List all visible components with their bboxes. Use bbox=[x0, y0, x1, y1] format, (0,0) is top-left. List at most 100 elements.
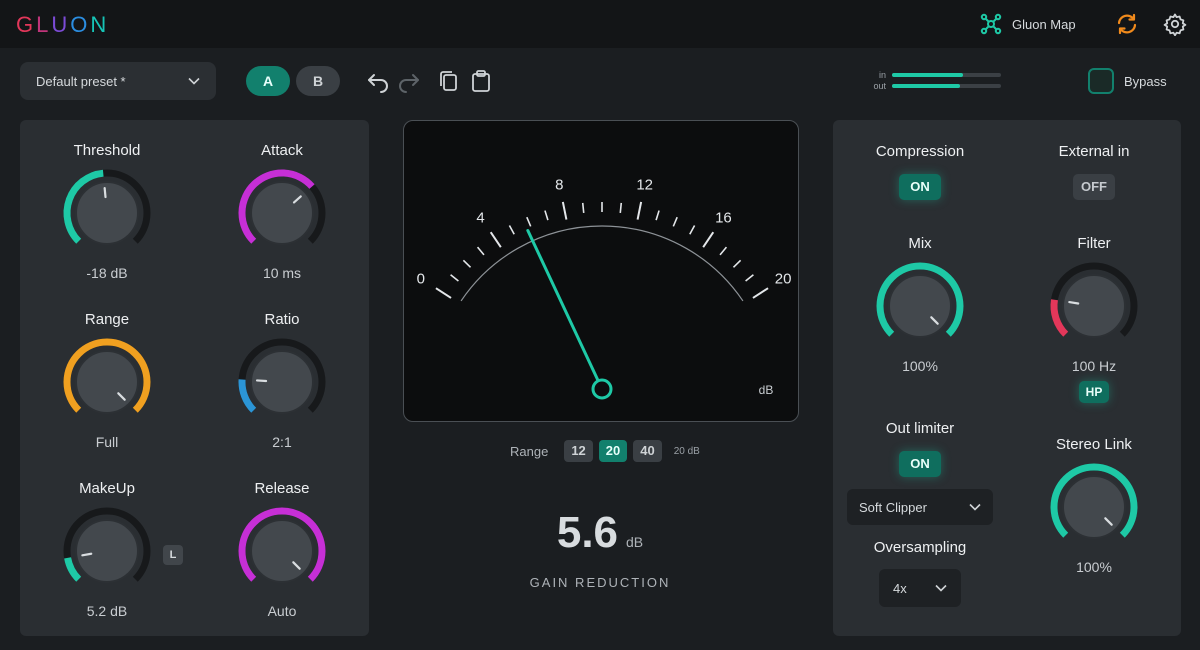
meter-major-tick bbox=[489, 231, 502, 248]
knob-cap bbox=[1062, 475, 1126, 539]
range-option-20[interactable]: 20 bbox=[598, 440, 628, 462]
limiter-type-value: Soft Clipper bbox=[859, 499, 927, 515]
filter-mode-hp-button[interactable]: HP bbox=[1079, 381, 1109, 403]
makeup-link-badge[interactable]: L bbox=[163, 545, 183, 565]
mix-knob[interactable] bbox=[874, 260, 966, 352]
meter-needle bbox=[526, 228, 603, 388]
gluon-map-icon bbox=[980, 13, 1002, 35]
gain-reduction-label: GAIN REDUCTION bbox=[529, 575, 671, 590]
meter-out-label: out bbox=[873, 81, 886, 91]
meter-scale-arc bbox=[460, 225, 744, 302]
logo-letter: L bbox=[36, 12, 52, 37]
meter-minor-tick bbox=[619, 202, 623, 213]
meter-range-selector: Range 12 20 40 20 dB bbox=[510, 440, 700, 462]
range-control: Range Full bbox=[37, 310, 177, 452]
undo-icon[interactable] bbox=[366, 69, 390, 93]
bypass-label: Bypass bbox=[1124, 73, 1167, 89]
meter-minor-tick bbox=[745, 274, 754, 282]
limiter-type-dropdown[interactable]: Soft Clipper bbox=[847, 489, 993, 525]
copy-icon[interactable] bbox=[437, 69, 461, 93]
out-limiter-toggle[interactable]: ON bbox=[899, 451, 941, 477]
gain-reduction-unit: dB bbox=[626, 534, 644, 550]
meter-major-tick bbox=[752, 287, 769, 299]
threshold-title: Threshold bbox=[73, 142, 141, 159]
logo-letter: N bbox=[90, 12, 110, 37]
preset-b-button[interactable]: B bbox=[296, 66, 340, 96]
meter-scale-label: 12 bbox=[636, 176, 653, 193]
release-title: Release bbox=[254, 480, 310, 497]
meter-minor-tick bbox=[450, 274, 459, 282]
meter-out-track bbox=[892, 84, 1001, 88]
threshold-control: Threshold -18 dB bbox=[37, 141, 177, 283]
range-option-40[interactable]: 40 bbox=[633, 440, 662, 462]
meter-scale-label: 0 bbox=[417, 270, 425, 287]
paste-icon[interactable] bbox=[469, 69, 493, 93]
meter-in-track bbox=[892, 73, 1001, 77]
meter-major-tick bbox=[561, 201, 568, 220]
oversampling-dropdown[interactable]: 4x bbox=[879, 569, 961, 607]
threshold-knob[interactable] bbox=[61, 167, 153, 259]
attack-knob[interactable] bbox=[236, 167, 328, 259]
release-knob[interactable] bbox=[236, 505, 328, 597]
meter-scale-label: 4 bbox=[476, 209, 484, 226]
meter-minor-tick bbox=[508, 225, 515, 235]
settings-gear-icon[interactable] bbox=[1163, 12, 1187, 36]
threshold-value: -18 dB bbox=[86, 265, 128, 281]
knob-cap bbox=[1062, 274, 1126, 338]
logo-letter: O bbox=[70, 12, 91, 37]
out-limiter-title: Out limiter bbox=[885, 420, 955, 437]
oversampling-title: Oversampling bbox=[873, 539, 967, 556]
logo-letter: U bbox=[51, 12, 71, 37]
meter-major-tick bbox=[702, 231, 715, 248]
range-option-12[interactable]: 12 bbox=[564, 440, 593, 462]
meter-minor-tick bbox=[655, 210, 660, 221]
gain-reduction-vu-meter: 0 4 8 12 16 20 dB bbox=[417, 176, 791, 400]
meter-unit-label: dB bbox=[759, 383, 774, 397]
stereo-link-control: Stereo Link 100% bbox=[1024, 435, 1164, 577]
makeup-knob[interactable] bbox=[61, 505, 153, 597]
external-in-toggle[interactable]: OFF bbox=[1073, 174, 1115, 200]
redo-icon[interactable] bbox=[397, 69, 421, 93]
ratio-title: Ratio bbox=[264, 311, 300, 328]
chevron-down-icon bbox=[969, 503, 981, 511]
makeup-title: MakeUp bbox=[79, 480, 135, 497]
sync-icon[interactable] bbox=[1115, 12, 1139, 36]
stereo-link-knob[interactable] bbox=[1048, 461, 1140, 553]
range-value: Full bbox=[95, 434, 119, 450]
bypass-checkbox[interactable] bbox=[1088, 68, 1114, 94]
ratio-knob[interactable] bbox=[236, 336, 328, 428]
meter-minor-tick bbox=[672, 216, 678, 227]
meter-needle-pivot bbox=[591, 378, 613, 400]
filter-knob[interactable] bbox=[1048, 260, 1140, 352]
gain-reduction-meter-screen: 0 4 8 12 16 20 dB bbox=[403, 120, 799, 422]
filter-control: Filter 100 Hz bbox=[1024, 234, 1164, 376]
preset-a-button[interactable]: A bbox=[246, 66, 290, 96]
knob-cap bbox=[75, 181, 139, 245]
meter-scale-label: 16 bbox=[715, 209, 732, 226]
filter-value: 100 Hz bbox=[1071, 358, 1117, 374]
attack-value: 10 ms bbox=[262, 265, 302, 281]
meter-in-label: in bbox=[878, 70, 886, 80]
header-bar: GLUON Gluon Map bbox=[0, 0, 1200, 48]
makeup-value: 5.2 dB bbox=[86, 603, 128, 619]
mix-control: Mix 100% bbox=[850, 234, 990, 376]
filter-title: Filter bbox=[1077, 235, 1111, 252]
gluon-map-button[interactable]: Gluon Map bbox=[980, 12, 1076, 36]
meter-scale-label: 8 bbox=[555, 176, 563, 193]
chevron-down-icon bbox=[935, 584, 947, 592]
meter-minor-tick bbox=[689, 225, 696, 235]
knob-cap bbox=[250, 181, 314, 245]
bypass-toggle[interactable]: Bypass bbox=[1088, 68, 1167, 94]
preset-dropdown[interactable]: Default preset * bbox=[20, 62, 216, 100]
ratio-value: 2:1 bbox=[272, 434, 292, 450]
compression-toggle[interactable]: ON bbox=[899, 174, 941, 200]
knob-cap bbox=[250, 519, 314, 583]
release-value: Auto bbox=[267, 603, 297, 619]
mix-value: 100% bbox=[902, 358, 938, 374]
meter-minor-tick bbox=[476, 246, 485, 256]
range-knob[interactable] bbox=[61, 336, 153, 428]
ratio-control: Ratio 2:1 bbox=[212, 310, 352, 452]
knob-cap bbox=[250, 350, 314, 414]
gain-reduction-value: 5.6 bbox=[556, 508, 619, 557]
knob-cap bbox=[888, 274, 952, 338]
